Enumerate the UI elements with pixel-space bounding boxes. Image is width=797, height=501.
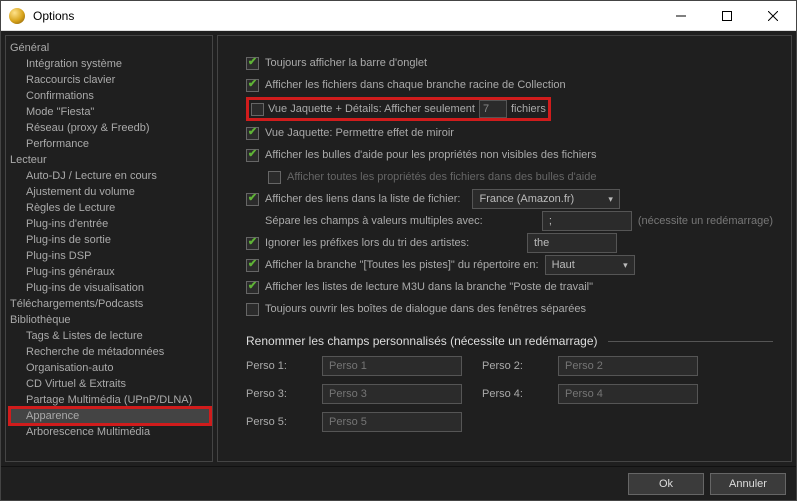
input-multival-separator[interactable] <box>542 211 632 231</box>
label-open-separate: Toujours ouvrir les boîtes de dialogue d… <box>265 303 586 315</box>
app-icon <box>9 8 25 24</box>
sidebar-item[interactable]: Réseau (proxy & Freedb) <box>10 120 210 136</box>
sidebar-item[interactable]: Tags & Listes de lecture <box>10 328 210 344</box>
custom-fields-grid: Perso 1: Perso 2: Perso 3: Perso 4: Pers… <box>246 356 773 432</box>
select-alltracks-position[interactable]: Haut▾ <box>545 255 635 275</box>
sidebar-item[interactable]: Mode "Fiesta" <box>10 104 210 120</box>
minimize-button[interactable] <box>658 1 704 30</box>
footer: Ok Annuler <box>1 466 796 500</box>
input-perso3[interactable] <box>322 384 462 404</box>
section-rename-custom-fields: Renommer les champs personnalisés (néces… <box>246 334 773 348</box>
checkbox-open-separate[interactable] <box>246 303 259 316</box>
label-perso5: Perso 5: <box>246 416 302 428</box>
label-multival-separator: Sépare les champs à valeurs multiples av… <box>265 215 483 227</box>
sidebar-item[interactable]: Plug-ins DSP <box>10 248 210 264</box>
checkbox-alltracks-branch[interactable] <box>246 259 259 272</box>
label-alltracks-branch: Afficher la branche "[Toutes les pistes]… <box>265 259 539 271</box>
note-restart-required: (nécessite un redémarrage) <box>638 215 773 227</box>
body: Général Intégration système Raccourcis c… <box>1 31 796 500</box>
label-jacket-mirror: Vue Jaquette: Permettre effet de miroir <box>265 127 454 139</box>
sidebar-item[interactable]: Recherche de métadonnées <box>10 344 210 360</box>
label-show-files-each-branch: Afficher les fichiers dans chaque branch… <box>265 79 566 91</box>
sidebar-item[interactable]: Raccourcis clavier <box>10 72 210 88</box>
sidebar-item[interactable]: Auto-DJ / Lecture en cours <box>10 168 210 184</box>
options-window: Options Général Intégration système Racc… <box>0 0 797 501</box>
sidebar-item[interactable]: Plug-ins de visualisation <box>10 280 210 296</box>
input-perso4[interactable] <box>558 384 698 404</box>
sidebar-group-player[interactable]: Lecteur <box>10 152 210 168</box>
select-links-provider[interactable]: France (Amazon.fr)▾ <box>472 189 619 209</box>
sidebar-item[interactable]: Plug-ins d'entrée <box>10 216 210 232</box>
checkbox-tooltips-hidden[interactable] <box>246 149 259 162</box>
label-tooltips-hidden: Afficher les bulles d'aide pour les prop… <box>265 149 596 161</box>
label-jacket-details-prefix: Vue Jaquette + Détails: Afficher seuleme… <box>268 103 475 115</box>
input-jacket-details-count[interactable] <box>479 100 507 118</box>
close-button[interactable] <box>750 1 796 30</box>
chevron-down-icon: ▾ <box>608 194 613 205</box>
checkbox-m3u-workstation[interactable] <box>246 281 259 294</box>
highlighted-option-jacket-details: Vue Jaquette + Détails: Afficher seuleme… <box>246 97 551 121</box>
input-perso1[interactable] <box>322 356 462 376</box>
checkbox-jacket-mirror[interactable] <box>246 127 259 140</box>
titlebar: Options <box>1 1 796 31</box>
checkbox-links-filelist[interactable] <box>246 193 259 206</box>
window-title: Options <box>33 9 658 23</box>
sidebar-item[interactable]: Partage Multimédia (UPnP/DLNA) <box>10 392 210 408</box>
label-perso2: Perso 2: <box>482 360 538 372</box>
divider <box>608 341 774 342</box>
sidebar-item[interactable]: Règles de Lecture <box>10 200 210 216</box>
label-tooltips-all: Afficher toutes les propriétés des fichi… <box>287 171 596 183</box>
sidebar-item[interactable]: Ajustement du volume <box>10 184 210 200</box>
sidebar-item[interactable]: Plug-ins de sortie <box>10 232 210 248</box>
sidebar-item[interactable]: Performance <box>10 136 210 152</box>
input-ignore-prefixes[interactable] <box>527 233 617 253</box>
sidebar-item[interactable]: Organisation-auto <box>10 360 210 376</box>
maximize-button[interactable] <box>704 1 750 30</box>
cancel-button[interactable]: Annuler <box>710 473 786 495</box>
sidebar-item-appearance[interactable]: Apparence <box>10 408 210 424</box>
ok-button[interactable]: Ok <box>628 473 704 495</box>
label-perso4: Perso 4: <box>482 388 538 400</box>
label-perso3: Perso 3: <box>246 388 302 400</box>
sidebar-item[interactable]: CD Virtuel & Extraits <box>10 376 210 392</box>
sidebar-group-downloads[interactable]: Téléchargements/Podcasts <box>10 296 210 312</box>
label-ignore-prefixes: Ignorer les préfixes lors du tri des art… <box>265 237 469 249</box>
sidebar-item[interactable]: Intégration système <box>10 56 210 72</box>
checkbox-jacket-details[interactable] <box>251 103 264 116</box>
sidebar-item[interactable]: Confirmations <box>10 88 210 104</box>
sidebar[interactable]: Général Intégration système Raccourcis c… <box>5 35 213 462</box>
input-perso5[interactable] <box>322 412 462 432</box>
main-area: Général Intégration système Raccourcis c… <box>1 31 796 466</box>
checkbox-always-show-tabs[interactable] <box>246 57 259 70</box>
label-m3u-workstation: Afficher les listes de lecture M3U dans … <box>265 281 593 293</box>
label-links-filelist: Afficher des liens dans la liste de fich… <box>265 193 460 205</box>
label-jacket-details-suffix: fichiers <box>511 103 546 115</box>
window-controls <box>658 1 796 30</box>
content-panel: Toujours afficher la barre d'onglet Affi… <box>217 35 792 462</box>
label-perso1: Perso 1: <box>246 360 302 372</box>
sidebar-group-general[interactable]: Général <box>10 40 210 56</box>
input-perso2[interactable] <box>558 356 698 376</box>
checkbox-show-files-each-branch[interactable] <box>246 79 259 92</box>
label-always-show-tabs: Toujours afficher la barre d'onglet <box>265 57 427 69</box>
sidebar-item[interactable]: Plug-ins généraux <box>10 264 210 280</box>
sidebar-group-library[interactable]: Bibliothèque <box>10 312 210 328</box>
checkbox-tooltips-all[interactable] <box>268 171 281 184</box>
checkbox-ignore-prefixes[interactable] <box>246 237 259 250</box>
chevron-down-icon: ▾ <box>623 260 628 271</box>
sidebar-item[interactable]: Arborescence Multimédia <box>10 424 210 440</box>
